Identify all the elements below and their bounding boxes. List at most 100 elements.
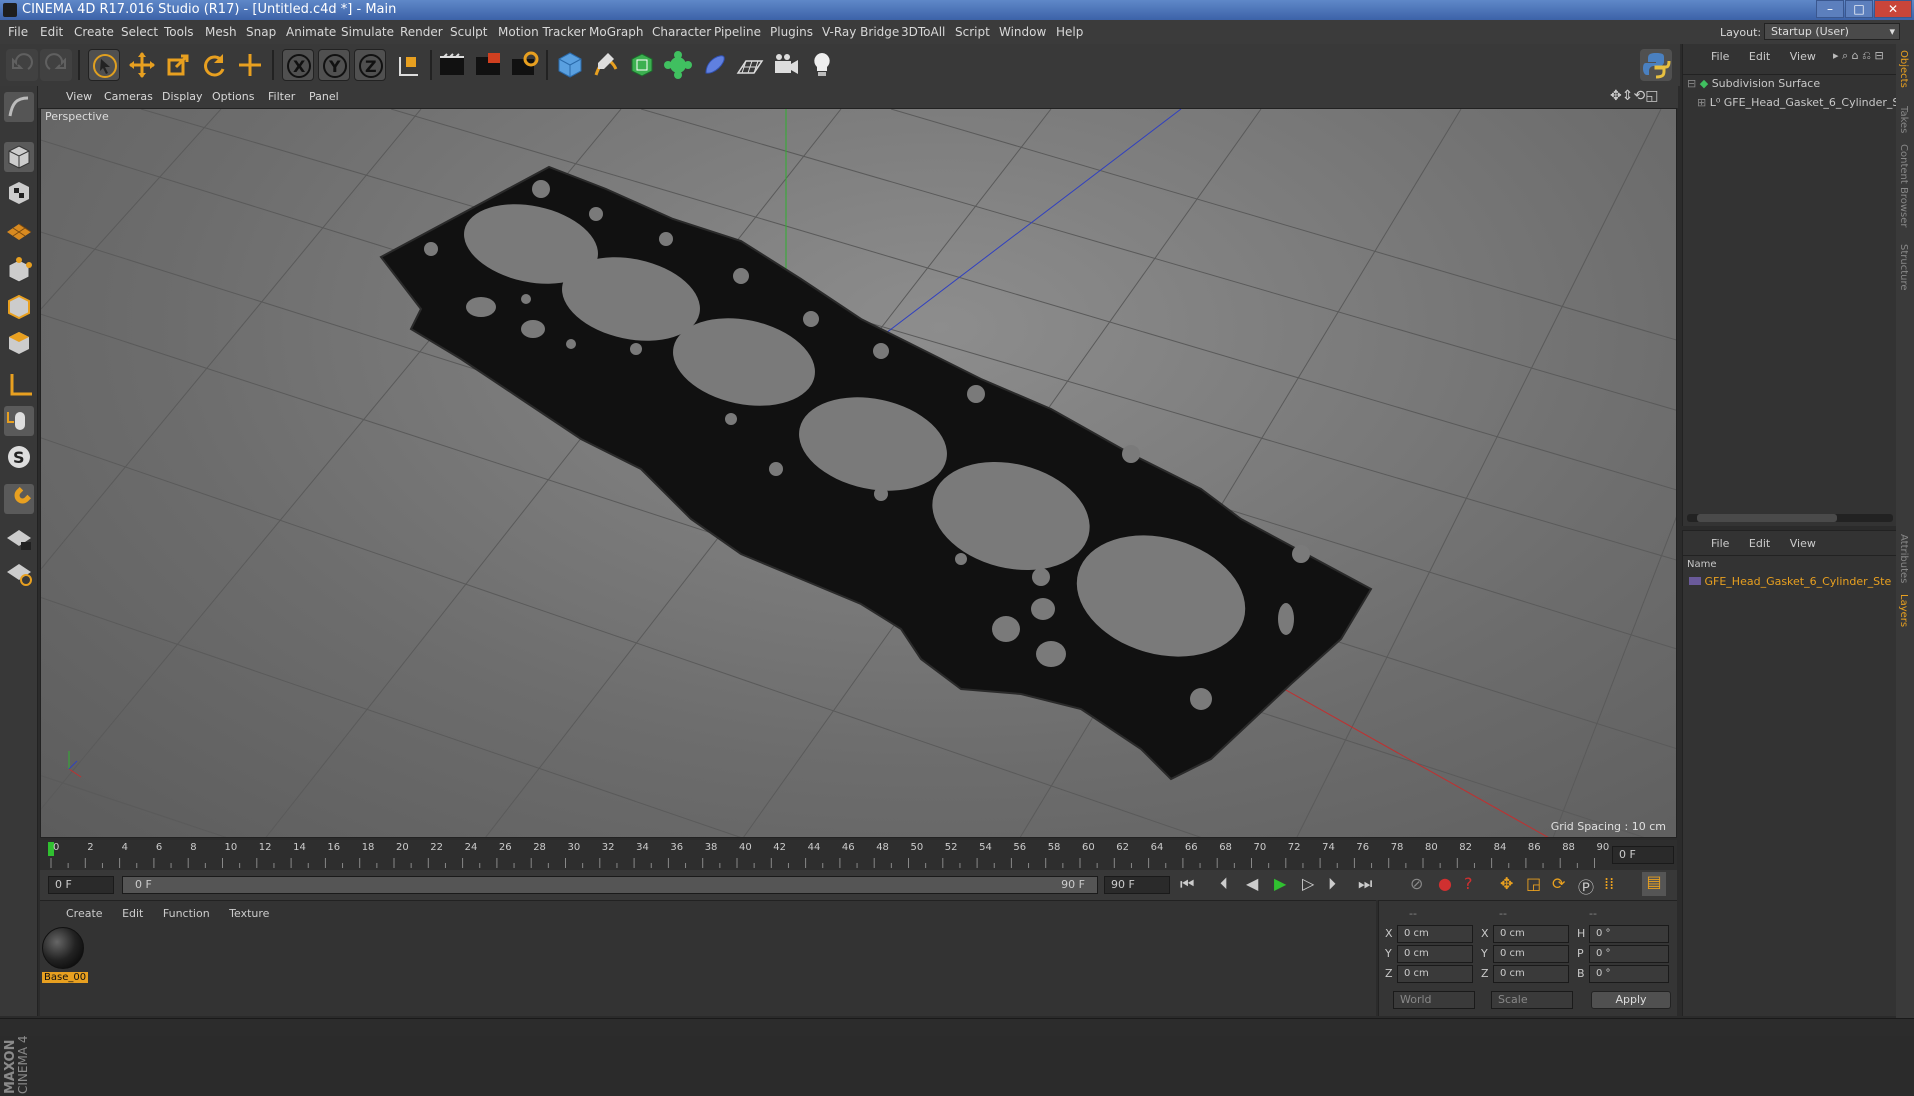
coord-size-z-field[interactable]: 0 cm xyxy=(1493,965,1569,983)
obj-menu-view[interactable]: View xyxy=(1790,50,1816,63)
maximize-button[interactable]: □ xyxy=(1845,0,1873,18)
coord-scale-dropdown[interactable]: Scale xyxy=(1491,991,1573,1009)
deformer-icon[interactable] xyxy=(698,49,730,81)
next-frame-icon[interactable]: ▷ xyxy=(1302,874,1314,893)
vp-menu-panel[interactable]: Panel xyxy=(309,90,339,103)
frame-range-slider[interactable]: 0 F 90 F xyxy=(122,876,1098,894)
close-button[interactable]: ✕ xyxy=(1874,0,1912,18)
key-scale-icon[interactable]: ◲ xyxy=(1526,874,1541,893)
menu-mograph[interactable]: MoGraph xyxy=(589,25,644,39)
render-settings-icon[interactable] xyxy=(508,49,540,81)
start-frame-field[interactable]: 0 F xyxy=(48,876,114,894)
model-mode-icon[interactable] xyxy=(4,142,34,172)
vp-menu-filter[interactable]: Filter xyxy=(268,90,295,103)
object-manager-tool-icons[interactable]: ▸ ⌕ ⌂ ⎌ ⊟ xyxy=(1833,49,1884,63)
floor-icon[interactable] xyxy=(734,49,766,81)
material-name[interactable]: Base_00 xyxy=(42,972,89,983)
y-axis-lock-icon[interactable]: Y xyxy=(318,49,350,81)
layer-color-swatch[interactable] xyxy=(1689,577,1701,585)
3d-viewport[interactable]: Perspective Grid Spacing: 10 cm xyxy=(40,108,1677,838)
prev-key-icon[interactable]: ⏴ xyxy=(1220,874,1228,894)
menu-simulate[interactable]: Simulate xyxy=(341,25,394,39)
tab-content-browser[interactable]: Content Browser xyxy=(1898,144,1909,227)
snap-magnet-icon[interactable] xyxy=(4,484,34,514)
current-frame-field[interactable]: 0 F xyxy=(1612,846,1674,864)
cube-object-icon[interactable] xyxy=(554,49,586,81)
coord-pos-z-field[interactable]: 0 cm xyxy=(1397,965,1473,983)
menu-edit[interactable]: Edit xyxy=(40,25,63,39)
redo-icon[interactable] xyxy=(40,49,72,81)
mat-menu-function[interactable]: Function xyxy=(163,907,210,920)
axis-mode-icon[interactable] xyxy=(4,370,34,400)
prev-frame-icon[interactable]: ◀ xyxy=(1246,874,1258,893)
polygons-mode-icon[interactable] xyxy=(4,328,34,358)
tree-expander-icon[interactable]: ⊞ xyxy=(1697,96,1706,109)
menu-animate[interactable]: Animate xyxy=(286,25,336,39)
z-axis-lock-icon[interactable]: Z xyxy=(354,49,386,81)
texture-mode-icon[interactable] xyxy=(4,178,34,208)
layer-menu-view[interactable]: View xyxy=(1790,537,1816,550)
tree-expander-icon[interactable]: ⊟ xyxy=(1687,77,1696,90)
python-icon[interactable] xyxy=(1640,49,1672,81)
vp-menu-display[interactable]: Display xyxy=(162,90,203,103)
menu-tools[interactable]: Tools xyxy=(164,25,194,39)
pen-spline-icon[interactable] xyxy=(590,49,622,81)
menu-select[interactable]: Select xyxy=(121,25,158,39)
obj-menu-file[interactable]: File xyxy=(1711,50,1729,63)
menu-create[interactable]: Create xyxy=(74,25,114,39)
render-picture-viewer-icon[interactable] xyxy=(472,49,504,81)
menu-character[interactable]: Character xyxy=(652,25,711,39)
mat-menu-texture[interactable]: Texture xyxy=(229,907,269,920)
coord-pos-y-field[interactable]: 0 cm xyxy=(1397,945,1473,963)
camera-icon[interactable] xyxy=(770,49,802,81)
menu-help[interactable]: Help xyxy=(1056,25,1083,39)
menu-script[interactable]: Script xyxy=(955,25,990,39)
key-param-icon[interactable]: Ⓟ xyxy=(1578,874,1594,898)
menu-3dtoall[interactable]: 3DToAll xyxy=(901,25,945,39)
menu-snap[interactable]: Snap xyxy=(246,25,276,39)
goto-start-icon[interactable]: ⏮ xyxy=(1180,874,1194,894)
menu-motion-tracker[interactable]: Motion Tracker xyxy=(498,25,586,39)
undo-icon[interactable] xyxy=(6,49,38,81)
live-selection-icon[interactable] xyxy=(88,49,120,81)
menu-file[interactable]: File xyxy=(8,25,28,39)
object-name[interactable]: GFE_Head_Gasket_6_Cylinder_Ste xyxy=(1724,96,1911,109)
tab-layers[interactable]: Layers xyxy=(1898,594,1909,627)
coord-mode-dropdown[interactable]: World xyxy=(1393,991,1475,1009)
rotate-tool-icon[interactable] xyxy=(198,49,230,81)
timeline-ruler[interactable]: 0 2 4 6 8 10 12 14 16 18 20 22 24 26 28 30 32 34 36 38 40 42 4… xyxy=(40,840,1677,870)
workplane-lock-icon[interactable] xyxy=(4,524,34,554)
object-row-subdivision-surface[interactable]: ⊟ ◆ Subdivision Surface xyxy=(1687,77,1820,90)
obj-menu-edit[interactable]: Edit xyxy=(1749,50,1770,63)
layer-menu-edit[interactable]: Edit xyxy=(1749,537,1770,550)
mat-menu-create[interactable]: Create xyxy=(66,907,103,920)
solo-mode-icon[interactable]: S xyxy=(4,442,34,472)
next-key-icon[interactable]: ⏵ xyxy=(1328,874,1336,894)
edges-mode-icon[interactable] xyxy=(4,292,34,322)
minimize-button[interactable]: – xyxy=(1816,0,1844,18)
tweak-mode-icon[interactable] xyxy=(4,406,34,436)
menu-vray-bridge[interactable]: V-Ray Bridge xyxy=(822,25,899,39)
coord-size-x-field[interactable]: 0 cm xyxy=(1493,925,1569,943)
menu-sculpt[interactable]: Sculpt xyxy=(450,25,487,39)
tab-takes[interactable]: Takes xyxy=(1898,106,1909,133)
coord-size-y-field[interactable]: 0 cm xyxy=(1493,945,1569,963)
make-editable-icon[interactable] xyxy=(4,92,34,122)
apply-button[interactable]: Apply xyxy=(1591,991,1671,1009)
record-keys-disabled-icon[interactable]: ⊘ xyxy=(1410,874,1423,893)
end-frame-field[interactable]: 90 F xyxy=(1104,876,1170,894)
material-swatch[interactable]: Base_00 xyxy=(42,927,89,989)
move-tool-icon[interactable] xyxy=(126,49,158,81)
layer-menu-file[interactable]: File xyxy=(1711,537,1729,550)
planar-workplane-icon[interactable] xyxy=(4,558,34,588)
timeline-window-icon[interactable]: ▤ xyxy=(1642,872,1666,896)
object-manager-hscrollbar[interactable] xyxy=(1687,514,1893,522)
tab-structure[interactable]: Structure xyxy=(1898,244,1909,291)
vp-menu-view[interactable]: View xyxy=(66,90,92,103)
object-name[interactable]: Subdivision Surface xyxy=(1712,77,1820,90)
scale-tool-icon[interactable] xyxy=(162,49,194,81)
menu-pipeline[interactable]: Pipeline xyxy=(714,25,761,39)
object-row-gasket[interactable]: ⊞ L⁰ GFE_Head_Gasket_6_Cylinder_Ste xyxy=(1697,96,1911,109)
mat-menu-edit[interactable]: Edit xyxy=(122,907,143,920)
viewport-navigation-icons[interactable]: ✥⇕⟲◱ xyxy=(1610,88,1658,104)
